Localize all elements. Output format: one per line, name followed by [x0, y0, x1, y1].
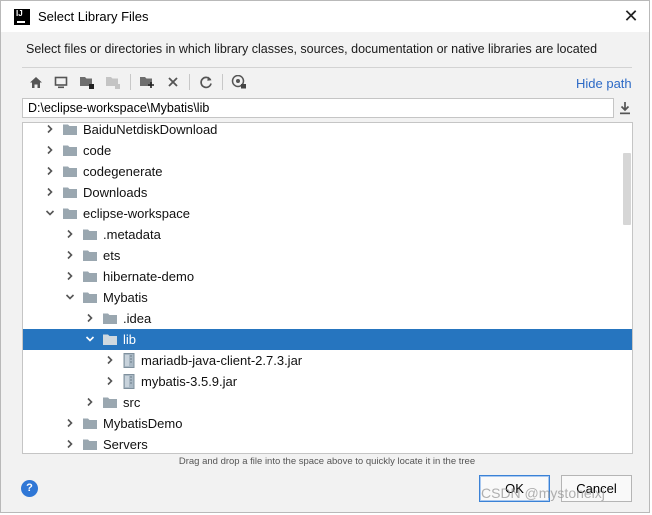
- help-icon[interactable]: ?: [21, 480, 38, 497]
- tree-jar-item[interactable]: mybatis-3.5.9.jar: [23, 371, 620, 392]
- tree-folder-item[interactable]: ets: [23, 245, 620, 266]
- cancel-button[interactable]: Cancel: [561, 475, 632, 502]
- tree-item-label: Downloads: [83, 185, 148, 200]
- chevron-right-icon[interactable]: [85, 397, 95, 407]
- chevron-right-icon[interactable]: [65, 229, 75, 239]
- delete-icon[interactable]: [162, 71, 184, 93]
- title-bar[interactable]: IJ Select Library Files ✕: [1, 1, 649, 32]
- new-folder-icon[interactable]: [136, 71, 158, 93]
- folder-icon: [63, 166, 77, 177]
- dialog-description: Select files or directories in which lib…: [26, 42, 598, 56]
- folder-icon: [83, 292, 97, 303]
- chevron-right-icon[interactable]: [65, 418, 75, 428]
- home-icon[interactable]: [25, 71, 47, 93]
- tree-item-label: mybatis-3.5.9.jar: [141, 374, 238, 389]
- folder-icon: [63, 145, 77, 156]
- tree-folder-item[interactable]: Downloads: [23, 182, 620, 203]
- tree-folder-item[interactable]: eclipse-workspace: [23, 203, 620, 224]
- jar-file-icon: [123, 353, 135, 368]
- folder-icon: [83, 250, 97, 261]
- tree-item-label: MybatisDemo: [103, 416, 183, 431]
- tree-folder-item[interactable]: BaiduNetdiskDownload: [23, 122, 620, 140]
- chevron-right-icon[interactable]: [105, 355, 115, 365]
- file-tree[interactable]: BaiduNetdiskDownload code codegenerate Down…: [22, 122, 633, 454]
- tree-item-label: eclipse-workspace: [83, 206, 190, 221]
- separator: [22, 67, 632, 68]
- intellij-app-icon: IJ: [14, 9, 30, 25]
- folder-icon: [63, 187, 77, 198]
- folder-icon: [103, 334, 117, 345]
- download-icon[interactable]: [617, 100, 633, 116]
- tree-item-label: BaiduNetdiskDownload: [83, 122, 218, 137]
- chevron-down-icon[interactable]: [85, 334, 95, 344]
- chevron-right-icon[interactable]: [105, 376, 115, 386]
- folder-icon: [83, 229, 97, 240]
- folder-icon: [83, 418, 97, 429]
- folder-icon: [103, 397, 117, 408]
- ok-button-label: OK: [505, 481, 524, 496]
- folder-icon: [63, 208, 77, 219]
- tree-item-label: Servers: [103, 437, 148, 452]
- desktop-icon[interactable]: [50, 71, 72, 93]
- tree-item-label: hibernate-demo: [103, 269, 195, 284]
- tree-folder-item[interactable]: Servers: [23, 434, 620, 453]
- chevron-right-icon[interactable]: [85, 313, 95, 323]
- ok-button[interactable]: OK: [479, 475, 550, 502]
- tree-item-label: codegenerate: [83, 164, 163, 179]
- folder-icon: [63, 124, 77, 135]
- chevron-right-icon[interactable]: [65, 250, 75, 260]
- file-chooser-toolbar: [22, 71, 442, 93]
- tree-item-label: .metadata: [103, 227, 161, 242]
- tree-item-label: lib: [123, 332, 137, 347]
- chevron-right-icon[interactable]: [45, 166, 55, 176]
- toolbar-separator: [189, 74, 190, 90]
- chevron-right-icon[interactable]: [65, 271, 75, 281]
- select-library-dialog: IJ Select Library Files ✕ Select files o…: [0, 0, 650, 513]
- tree-item-label: code: [83, 143, 112, 158]
- tree-item-label: .idea: [123, 311, 152, 326]
- close-icon[interactable]: ✕: [621, 5, 641, 27]
- jar-file-icon: [123, 374, 135, 389]
- tree-folder-item[interactable]: Mybatis: [23, 287, 620, 308]
- chevron-down-icon[interactable]: [65, 292, 75, 302]
- dialog-title: Select Library Files: [38, 9, 149, 24]
- chevron-right-icon[interactable]: [45, 187, 55, 197]
- tree-item-label: mariadb-java-client-2.7.3.jar: [141, 353, 303, 368]
- toolbar-separator: [222, 74, 223, 90]
- tree-folder-item[interactable]: lib: [23, 329, 632, 350]
- tree-folder-item[interactable]: codegenerate: [23, 161, 620, 182]
- hide-path-link[interactable]: Hide path: [576, 76, 632, 91]
- drag-drop-hint: Drag and drop a file into the space abov…: [178, 456, 476, 467]
- tree-folder-item[interactable]: code: [23, 140, 620, 161]
- chevron-right-icon[interactable]: [45, 145, 55, 155]
- folder-icon: [103, 313, 117, 324]
- project-icon[interactable]: [76, 71, 98, 93]
- tree-folder-item[interactable]: hibernate-demo: [23, 266, 620, 287]
- refresh-icon[interactable]: [195, 71, 217, 93]
- tree-item-label: Mybatis: [103, 290, 148, 305]
- tree-item-label: ets: [103, 248, 121, 263]
- path-input[interactable]: D:\eclipse-workspace\Mybatis\lib: [22, 98, 614, 118]
- tree-jar-item[interactable]: mariadb-java-client-2.7.3.jar: [23, 350, 620, 371]
- tree-folder-item[interactable]: src: [23, 392, 620, 413]
- tree-folder-item[interactable]: .metadata: [23, 224, 620, 245]
- chevron-down-icon[interactable]: [45, 208, 55, 218]
- folder-icon: [83, 439, 97, 450]
- toolbar-separator: [130, 74, 131, 90]
- tree-item-label: src: [123, 395, 141, 410]
- chevron-right-icon[interactable]: [45, 124, 55, 134]
- vertical-scrollbar[interactable]: [623, 153, 631, 225]
- chevron-right-icon[interactable]: [65, 439, 75, 449]
- module-icon[interactable]: [102, 71, 124, 93]
- show-hidden-files-icon[interactable]: [228, 71, 250, 93]
- tree-folder-item[interactable]: .idea: [23, 308, 620, 329]
- tree-folder-item[interactable]: MybatisDemo: [23, 413, 620, 434]
- folder-icon: [83, 271, 97, 282]
